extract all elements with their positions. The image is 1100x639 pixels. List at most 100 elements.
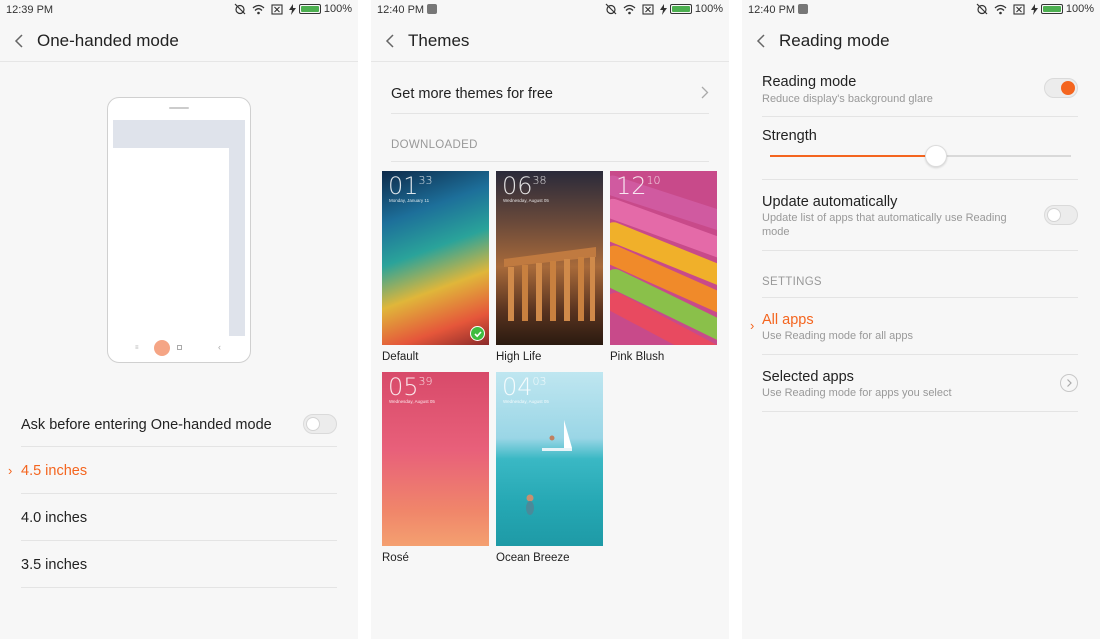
status-icons: 100% xyxy=(234,3,352,15)
theme-name: Default xyxy=(382,351,419,363)
theme-name: Ocean Breeze xyxy=(496,552,570,564)
battery-percent: 100% xyxy=(694,3,723,15)
title-bar: Themes xyxy=(371,20,729,62)
diver-illustration xyxy=(526,494,534,515)
circle-chevron-right-icon[interactable] xyxy=(1060,374,1078,392)
all-apps-title: All apps xyxy=(762,312,814,328)
selected-apps-row[interactable]: Selected apps Use Reading mode for apps … xyxy=(762,355,1078,412)
notification-icon xyxy=(798,4,808,14)
theme-tile-rose[interactable]: 0539 Wednesday, August 05 Rosé xyxy=(382,372,489,564)
all-apps-row[interactable]: › All apps Use Reading mode for all apps xyxy=(750,298,1078,355)
update-toggle[interactable] xyxy=(1044,205,1078,225)
status-bar: 12:40 PM 100% xyxy=(742,0,1100,20)
size-label: 4.0 inches xyxy=(21,510,88,526)
wifi-icon xyxy=(623,4,636,14)
size-label: 4.5 inches xyxy=(21,463,88,479)
battery-icon xyxy=(1040,4,1063,14)
ask-before-row[interactable]: Ask before entering One-handed mode xyxy=(21,401,337,447)
status-icons: 100% xyxy=(976,3,1094,15)
page-title: Themes xyxy=(408,31,470,50)
theme-thumbnail: 0133 Monday, January 11 xyxy=(382,171,489,345)
applied-check-icon xyxy=(470,326,485,341)
status-time: 12:40 PM xyxy=(377,4,425,16)
status-bar: 12:40 PM 100% xyxy=(371,0,729,20)
downloaded-section-header: DOWNLOADED xyxy=(391,139,478,151)
strength-label: Strength xyxy=(762,128,817,144)
battery-percent: 100% xyxy=(323,3,352,15)
selected-apps-subtitle: Use Reading mode for apps you select xyxy=(762,387,952,399)
strength-slider-fill xyxy=(770,155,936,157)
battery-percent: 100% xyxy=(1065,3,1094,15)
page-title: One-handed mode xyxy=(37,31,179,50)
status-bar: 12:39 PM 100% xyxy=(0,0,358,20)
lock-date: Wednesday, August 05 xyxy=(503,198,549,203)
theme-thumbnail: 1210 xyxy=(610,171,717,345)
selected-apps-title: Selected apps xyxy=(762,369,854,385)
all-apps-subtitle: Use Reading mode for all apps xyxy=(762,330,914,342)
charging-icon xyxy=(1030,3,1038,15)
reading-mode-title: Reading mode xyxy=(762,74,857,90)
wifi-icon xyxy=(252,4,265,14)
charging-icon xyxy=(288,3,296,15)
battery-indicator: 100% xyxy=(659,3,723,15)
lock-clock: 0539 xyxy=(388,373,433,401)
battery-icon xyxy=(669,4,692,14)
battery-indicator: 100% xyxy=(1030,3,1094,15)
no-sim-icon xyxy=(642,3,654,15)
settings-section-header: SETTINGS xyxy=(762,276,822,288)
selected-chevron-icon: › xyxy=(8,463,13,478)
lock-clock: 0133 xyxy=(388,172,433,200)
theme-tile-pink-blush[interactable]: 1210 Pink Blush xyxy=(610,171,717,363)
back-icon: ‹ xyxy=(218,342,221,352)
back-arrow-icon[interactable] xyxy=(14,33,24,49)
size-option-40[interactable]: 4.0 inches xyxy=(21,494,337,541)
chevron-right-icon xyxy=(701,86,709,99)
title-bar: Reading mode xyxy=(742,20,1100,62)
theme-tile-ocean-breeze[interactable]: 0403 Wednesday, August 05 Ocean Breeze xyxy=(496,372,603,564)
title-bar: One-handed mode xyxy=(0,20,358,62)
reading-mode-subtitle: Reduce display's background glare xyxy=(762,93,933,105)
reading-mode-toggle[interactable] xyxy=(1044,78,1078,98)
back-arrow-icon[interactable] xyxy=(385,33,395,49)
one-handed-mode-screen: 12:39 PM 100% One-handed mode ≡ ‹ Ask be… xyxy=(0,0,358,639)
size-option-35[interactable]: 3.5 inches xyxy=(21,541,337,588)
theme-thumbnail: 0539 Wednesday, August 05 xyxy=(382,372,489,546)
back-arrow-icon[interactable] xyxy=(756,33,766,49)
menu-icon: ≡ xyxy=(135,345,139,351)
phone-speaker xyxy=(169,107,189,109)
divider xyxy=(391,161,709,162)
no-sim-icon xyxy=(271,3,283,15)
themes-screen: 12:40 PM 100% Themes Get more themes for… xyxy=(371,0,729,639)
phone-preview-illustration: ≡ ‹ xyxy=(107,97,251,363)
reading-mode-screen: 12:40 PM 100% Reading mode Reading mode … xyxy=(742,0,1100,639)
phone-nav-bar: ≡ ‹ xyxy=(108,340,250,356)
charging-icon xyxy=(659,3,667,15)
get-more-themes-row[interactable]: Get more themes for free xyxy=(391,62,709,114)
phone-screen-shrunk xyxy=(113,148,229,336)
update-title: Update automatically xyxy=(762,194,898,210)
page-title: Reading mode xyxy=(779,31,890,50)
size-option-45[interactable]: › 4.5 inches xyxy=(8,447,337,494)
ask-before-toggle[interactable] xyxy=(303,414,337,434)
status-icons: 100% xyxy=(605,3,723,15)
strength-slider-thumb[interactable] xyxy=(924,145,947,167)
sailboat-illustration xyxy=(542,420,572,451)
lock-clock: 0403 xyxy=(502,373,547,401)
theme-name: Pink Blush xyxy=(610,351,665,363)
lock-clock: 0638 xyxy=(502,172,547,200)
battery-icon xyxy=(298,4,321,14)
theme-tile-default[interactable]: 0133 Monday, January 11 Default xyxy=(382,171,489,363)
recents-icon xyxy=(177,345,182,350)
reading-mode-row[interactable]: Reading mode Reduce display's background… xyxy=(762,62,1078,117)
update-automatically-row[interactable]: Update automatically Update list of apps… xyxy=(762,180,1078,251)
theme-name: High Life xyxy=(496,351,542,363)
update-subtitle: Update list of apps that automatically u… xyxy=(762,212,1007,238)
status-time: 12:40 PM xyxy=(748,4,796,16)
theme-tile-high-life[interactable]: 0638 Wednesday, August 05 High Life xyxy=(496,171,603,363)
strength-slider[interactable] xyxy=(770,145,1071,167)
notification-icon xyxy=(427,4,437,14)
alarm-off-icon xyxy=(605,3,617,15)
wifi-icon xyxy=(994,4,1007,14)
temple-illustration xyxy=(504,247,596,321)
home-button-icon xyxy=(154,340,170,356)
